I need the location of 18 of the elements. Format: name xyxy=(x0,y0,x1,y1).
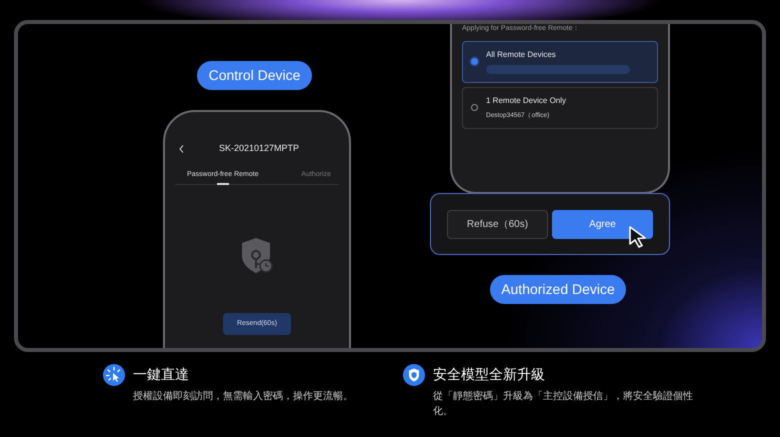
back-icon[interactable] xyxy=(179,144,184,153)
feature-description: 從「靜態密碼」升級為「主控設備授信」，將安全驗證個性化。 xyxy=(433,390,694,419)
agree-button[interactable]: Agree xyxy=(552,210,653,238)
refuse-button[interactable]: Refuse（60s) xyxy=(447,210,548,238)
option-title: All Remote Devices xyxy=(486,49,557,61)
authorized-device-label: Authorized Device xyxy=(490,275,626,304)
radio-button[interactable] xyxy=(471,104,478,111)
feature-description: 授權設備即刻訪問，無需輸入密碼，操作更流暢。 xyxy=(133,390,353,404)
option-title: 1 Remote Device Only xyxy=(486,94,566,107)
control-device-label: Control Device xyxy=(197,61,312,90)
radio-button[interactable] xyxy=(471,58,478,65)
option-card[interactable]: All Remote Devices xyxy=(462,40,658,82)
feature-title: 安全模型全新升級 xyxy=(433,365,546,384)
shield-icon xyxy=(403,364,425,386)
phone-title: SK-20210127MPTP xyxy=(219,142,300,155)
cursor-icon xyxy=(103,364,125,386)
feature-title: 一鍵直達 xyxy=(133,365,190,384)
shield-key-icon xyxy=(240,237,274,275)
